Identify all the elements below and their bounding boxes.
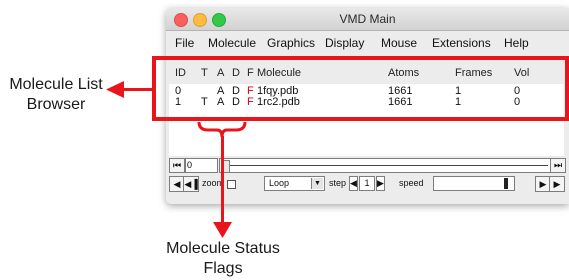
molecule-list-browser-label: Molecule List Browser xyxy=(9,76,103,113)
play-forward-icon[interactable]: ▶ xyxy=(549,176,565,192)
menu-mouse[interactable]: Mouse xyxy=(381,36,417,50)
flags-arrow-line xyxy=(221,136,224,224)
speed-slider[interactable] xyxy=(433,176,515,191)
frame-slider-row: ⏮ 0 ⏭ xyxy=(169,158,566,173)
window-title: VMD Main xyxy=(339,12,396,26)
step-input[interactable]: 1 xyxy=(359,176,375,191)
speed-label: speed xyxy=(399,178,424,188)
molecule-list-highlight-box xyxy=(152,56,569,121)
menu-display[interactable]: Display xyxy=(325,36,364,50)
menu-extensions[interactable]: Extensions xyxy=(432,36,491,50)
dropdown-arrow-icon[interactable]: ▼ xyxy=(311,178,323,189)
menu-bar: File Molecule Graphics Display Mouse Ext… xyxy=(166,31,569,53)
step-back-icon[interactable]: ◀▐ xyxy=(183,176,199,192)
zoom-checkbox[interactable] xyxy=(227,180,236,189)
frame-slider-line xyxy=(230,165,548,166)
step-increase-icon[interactable]: ▶ xyxy=(376,176,385,191)
frame-slider[interactable] xyxy=(219,158,551,173)
speed-slider-handle[interactable] xyxy=(504,178,508,189)
browser-arrow-line xyxy=(120,88,154,91)
step-label: step xyxy=(329,178,347,188)
go-to-start-icon[interactable]: ⏮ xyxy=(169,158,185,173)
loop-style-select[interactable]: Loop ▼ xyxy=(264,176,325,191)
menu-help[interactable]: Help xyxy=(504,36,529,50)
menu-file[interactable]: File xyxy=(175,36,194,50)
title-bar[interactable]: VMD Main xyxy=(166,8,569,31)
flags-arrow-head-icon xyxy=(213,222,232,238)
menu-graphics[interactable]: Graphics xyxy=(267,36,315,50)
menu-molecule[interactable]: Molecule xyxy=(208,36,256,50)
loop-style-value: Loop xyxy=(269,178,290,188)
molecule-status-flags-label: Molecule Status Flags xyxy=(166,240,280,277)
step-decrease-icon[interactable]: ◀ xyxy=(349,176,358,191)
animation-controls: ◀ ◀▐ zoom Loop ▼ step ◀ 1 ▶ speed ▶ ▶ xyxy=(169,176,565,192)
frame-number-input[interactable]: 0 xyxy=(185,158,218,173)
go-to-end-icon[interactable]: ⏭ xyxy=(550,158,566,173)
